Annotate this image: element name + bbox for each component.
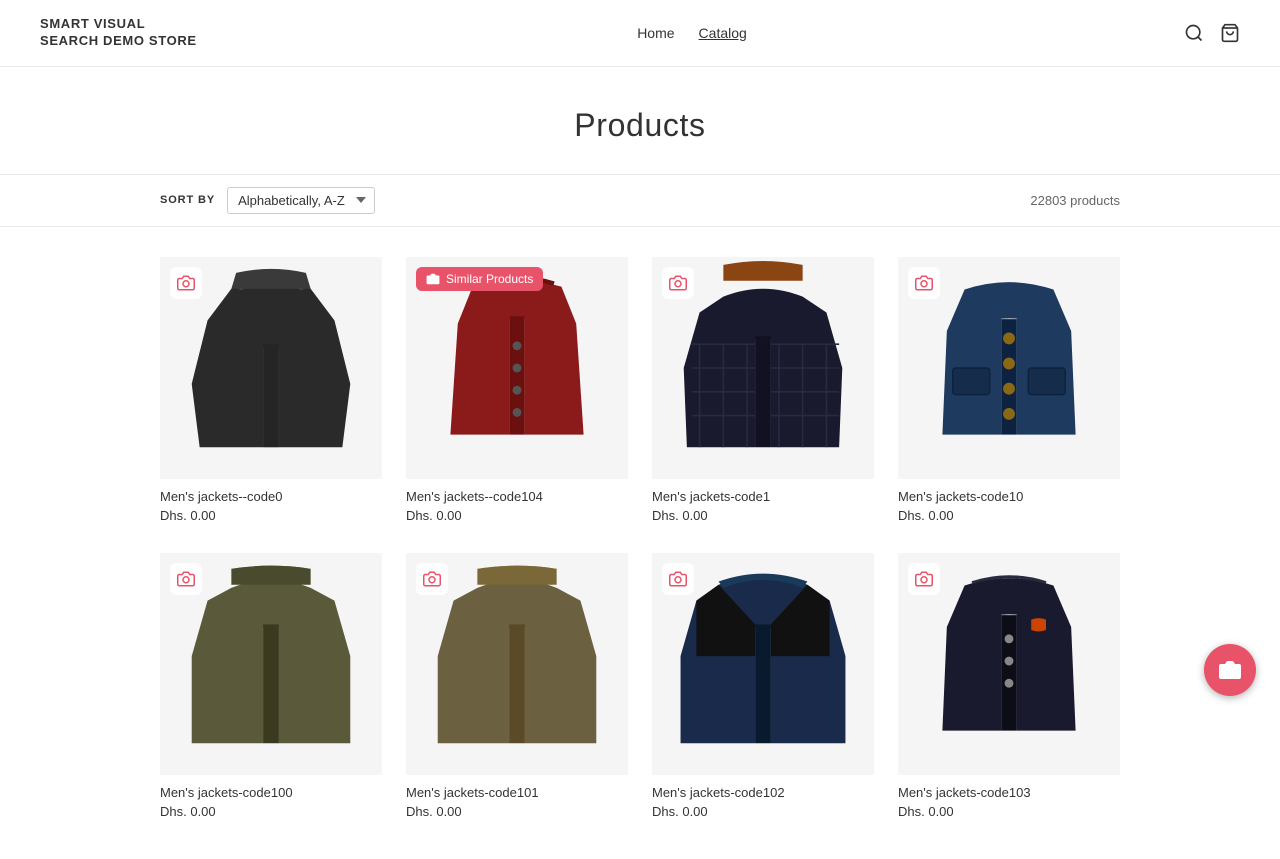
product-card-p1[interactable]: Men's jackets--code0 Dhs. 0.00	[160, 257, 382, 523]
similar-products-badge[interactable]: Similar Products	[416, 267, 543, 291]
product-name: Men's jackets-code10	[898, 489, 1120, 504]
products-grid: Men's jackets--code0 Dhs. 0.00 Similar P…	[0, 237, 1280, 859]
product-name: Men's jackets-code102	[652, 785, 874, 800]
similar-label: Similar Products	[446, 272, 533, 286]
product-price: Dhs. 0.00	[898, 804, 1120, 819]
sort-bar: SORT BY Alphabetically, A-Z Alphabetical…	[0, 174, 1280, 227]
camera-icon	[669, 570, 687, 588]
site-logo[interactable]: SMART VISUAL SEARCH DEMO STORE	[40, 16, 200, 50]
camera-badge[interactable]	[908, 267, 940, 299]
product-price: Dhs. 0.00	[160, 508, 382, 523]
product-name: Men's jackets-code1	[652, 489, 874, 504]
product-price: Dhs. 0.00	[652, 508, 874, 523]
product-card-p2[interactable]: Similar Products Men's jackets--code104 …	[406, 257, 628, 523]
product-image-p7	[652, 553, 874, 775]
similar-camera-icon	[426, 272, 440, 286]
nav-home[interactable]: Home	[637, 25, 674, 41]
product-name: Men's jackets--code0	[160, 489, 382, 504]
product-name: Men's jackets-code103	[898, 785, 1120, 800]
sort-by-label: SORT BY	[160, 194, 215, 206]
header-icons	[1184, 23, 1240, 43]
camera-badge[interactable]	[662, 563, 694, 595]
camera-icon	[669, 274, 687, 292]
page-title-section: Products	[0, 67, 1280, 164]
main-nav: Home Catalog	[637, 25, 747, 41]
product-name: Men's jackets--code104	[406, 489, 628, 504]
product-card-p4[interactable]: Men's jackets-code10 Dhs. 0.00	[898, 257, 1120, 523]
camera-badge[interactable]	[416, 563, 448, 595]
product-image-p6	[406, 553, 628, 775]
product-card-p7[interactable]: Men's jackets-code102 Dhs. 0.00	[652, 553, 874, 819]
product-image-p8	[898, 553, 1120, 775]
product-image-p3	[652, 257, 874, 479]
camera-badge[interactable]	[662, 267, 694, 299]
cart-icon	[1220, 23, 1240, 43]
product-price: Dhs. 0.00	[406, 804, 628, 819]
product-card-p6[interactable]: Men's jackets-code101 Dhs. 0.00	[406, 553, 628, 819]
float-camera-icon	[1218, 658, 1242, 682]
page-title: Products	[20, 107, 1260, 144]
product-card-p3[interactable]: Men's jackets-code1 Dhs. 0.00	[652, 257, 874, 523]
camera-icon	[177, 570, 195, 588]
product-price: Dhs. 0.00	[406, 508, 628, 523]
camera-badge[interactable]	[908, 563, 940, 595]
sort-controls: SORT BY Alphabetically, A-Z Alphabetical…	[160, 187, 375, 214]
camera-icon	[915, 570, 933, 588]
camera-badge[interactable]	[170, 267, 202, 299]
product-image-p4	[898, 257, 1120, 479]
search-icon	[1184, 23, 1204, 43]
camera-icon	[915, 274, 933, 292]
product-card-p5[interactable]: Men's jackets-code100 Dhs. 0.00	[160, 553, 382, 819]
product-name: Men's jackets-code100	[160, 785, 382, 800]
float-camera-button[interactable]	[1204, 644, 1256, 696]
cart-button[interactable]	[1220, 23, 1240, 43]
product-price: Dhs. 0.00	[898, 508, 1120, 523]
sort-select[interactable]: Alphabetically, A-Z Alphabetically, Z-A …	[227, 187, 375, 214]
site-header: SMART VISUAL SEARCH DEMO STORE Home Cata…	[0, 0, 1280, 67]
products-count: 22803 products	[1030, 193, 1120, 208]
nav-catalog[interactable]: Catalog	[699, 25, 747, 41]
product-price: Dhs. 0.00	[652, 804, 874, 819]
search-button[interactable]	[1184, 23, 1204, 43]
product-image-p2: Similar Products	[406, 257, 628, 479]
product-image-p5	[160, 553, 382, 775]
camera-icon	[177, 274, 195, 292]
camera-badge[interactable]	[170, 563, 202, 595]
product-image-p1	[160, 257, 382, 479]
product-name: Men's jackets-code101	[406, 785, 628, 800]
camera-icon	[423, 570, 441, 588]
product-price: Dhs. 0.00	[160, 804, 382, 819]
product-card-p8[interactable]: Men's jackets-code103 Dhs. 0.00	[898, 553, 1120, 819]
